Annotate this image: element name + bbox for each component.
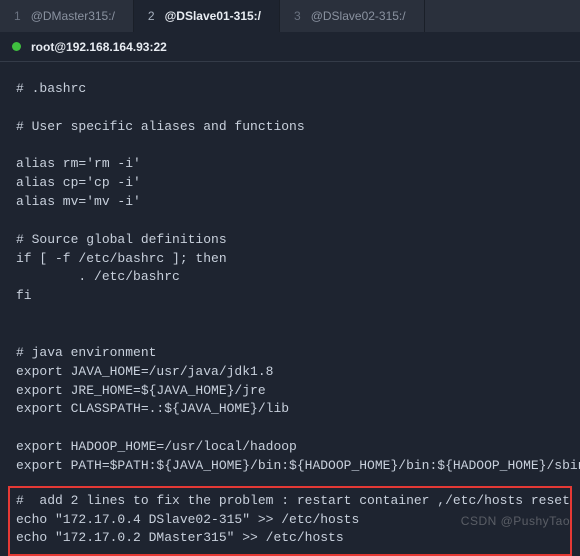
tab-bar: 1 @DMaster315:/ 2 @DSlave01-315:/ 3 @DSl… bbox=[0, 0, 580, 32]
status-dot-icon bbox=[12, 42, 21, 51]
tab-dmaster[interactable]: 1 @DMaster315:/ bbox=[0, 0, 134, 32]
tab-title: @DSlave02-315:/ bbox=[311, 9, 406, 23]
tab-dslave01[interactable]: 2 @DSlave01-315:/ bbox=[134, 0, 280, 32]
tab-number: 1 bbox=[14, 9, 21, 23]
tab-title: @DMaster315:/ bbox=[31, 9, 115, 23]
connection-status-bar: root@192.168.164.93:22 bbox=[0, 32, 580, 62]
tab-number: 2 bbox=[148, 9, 155, 23]
tab-dslave02[interactable]: 3 @DSlave02-315:/ bbox=[280, 0, 425, 32]
terminal-output[interactable]: # .bashrc # User specific aliases and fu… bbox=[0, 62, 580, 486]
highlighted-lines: # add 2 lines to fix the problem : resta… bbox=[8, 486, 572, 556]
tab-title: @DSlave01-315:/ bbox=[165, 9, 261, 23]
tab-number: 3 bbox=[294, 9, 301, 23]
host-label: root@192.168.164.93:22 bbox=[31, 40, 167, 54]
